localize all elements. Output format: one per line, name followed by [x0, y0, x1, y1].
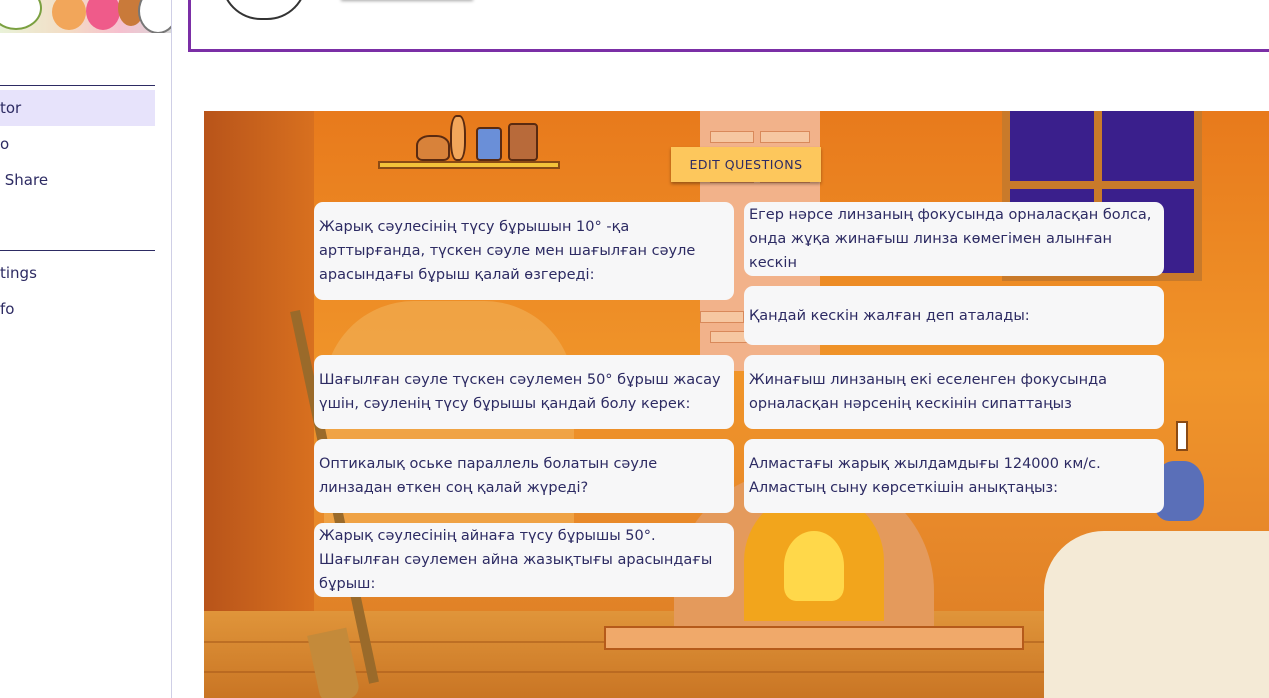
sidebar-item-label: tor [0, 99, 22, 117]
sidebar-item-label: fo [0, 300, 15, 318]
sidebar-divider [0, 85, 155, 86]
sidebar-item-label: o [0, 135, 10, 153]
window-frame [1002, 181, 1202, 189]
hearth-step [604, 626, 1024, 650]
sidebar-item-info[interactable]: fo [0, 291, 155, 327]
question-card[interactable]: Егер нәрсе линзаның фокусында орналасқан… [744, 202, 1164, 276]
question-card[interactable]: Шағылған сәуле түскен сәулемен 50° бұрыш… [314, 355, 734, 429]
sidebar-item-share[interactable]: Share [0, 162, 155, 198]
question-text: Жинағыш линзаның екі еселенген фокусында… [749, 372, 1108, 412]
jar-icon [508, 123, 538, 161]
sidebar-item-2[interactable]: o [0, 126, 155, 162]
sidebar-item-editor[interactable]: tor [0, 90, 155, 126]
sidebar-item-label: tings [0, 264, 37, 282]
question-text: Қандай кескін жалған деп аталады: [749, 307, 1030, 324]
sidebar-divider [0, 250, 155, 251]
wardrobe-illustration [324, 301, 574, 561]
question-text: Алмастағы жарық жылдамдығы 124000 км/с. … [749, 456, 1101, 496]
sidebar-banner-illustration [0, 0, 171, 33]
sidebar-item-label: Share [0, 171, 49, 189]
table-illustration [1044, 531, 1269, 698]
question-card[interactable]: Жарық сәулесінің айнаға түсу бұрышы 50°.… [314, 523, 734, 597]
jar-icon [416, 135, 450, 161]
edit-questions-button[interactable]: EDIT QUESTIONS [671, 147, 821, 182]
question-text: Жарық сәулесінің түсу бұрышын 10° -қа ар… [319, 219, 696, 283]
character-avatar [221, 0, 307, 20]
question-card[interactable]: Жинағыш линзаның екі еселенген фокусында… [744, 355, 1164, 429]
question-text: Егер нәрсе линзаның фокусында орналасқан… [749, 207, 1152, 271]
candle-icon [1176, 421, 1188, 451]
jar-icon [476, 127, 502, 161]
question-card[interactable]: Оптикалық оське параллель болатын сәуле … [314, 439, 734, 513]
fire-icon [784, 531, 844, 601]
question-text: Шағылған сәуле түскен сәулемен 50° бұрыш… [319, 372, 721, 412]
shelf-illustration [378, 161, 560, 169]
question-card[interactable]: Жарық сәулесінің түсу бұрышын 10° -қа ар… [314, 202, 734, 300]
question-card[interactable]: Қандай кескін жалған деп аталады: [744, 286, 1164, 345]
scene-wall [204, 111, 314, 698]
activity-header-card [188, 0, 1269, 52]
question-card[interactable]: Алмастағы жарық жылдамдығы 124000 км/с. … [744, 439, 1164, 513]
sidebar-item-settings[interactable]: tings [0, 255, 155, 291]
question-text: Жарық сәулесінің айнаға түсу бұрышы 50°.… [319, 528, 713, 592]
sidebar: tor o Share tings fo [0, 0, 172, 698]
bottle-icon [450, 115, 466, 161]
question-text: Оптикалық оське параллель болатын сәуле … [319, 456, 658, 496]
